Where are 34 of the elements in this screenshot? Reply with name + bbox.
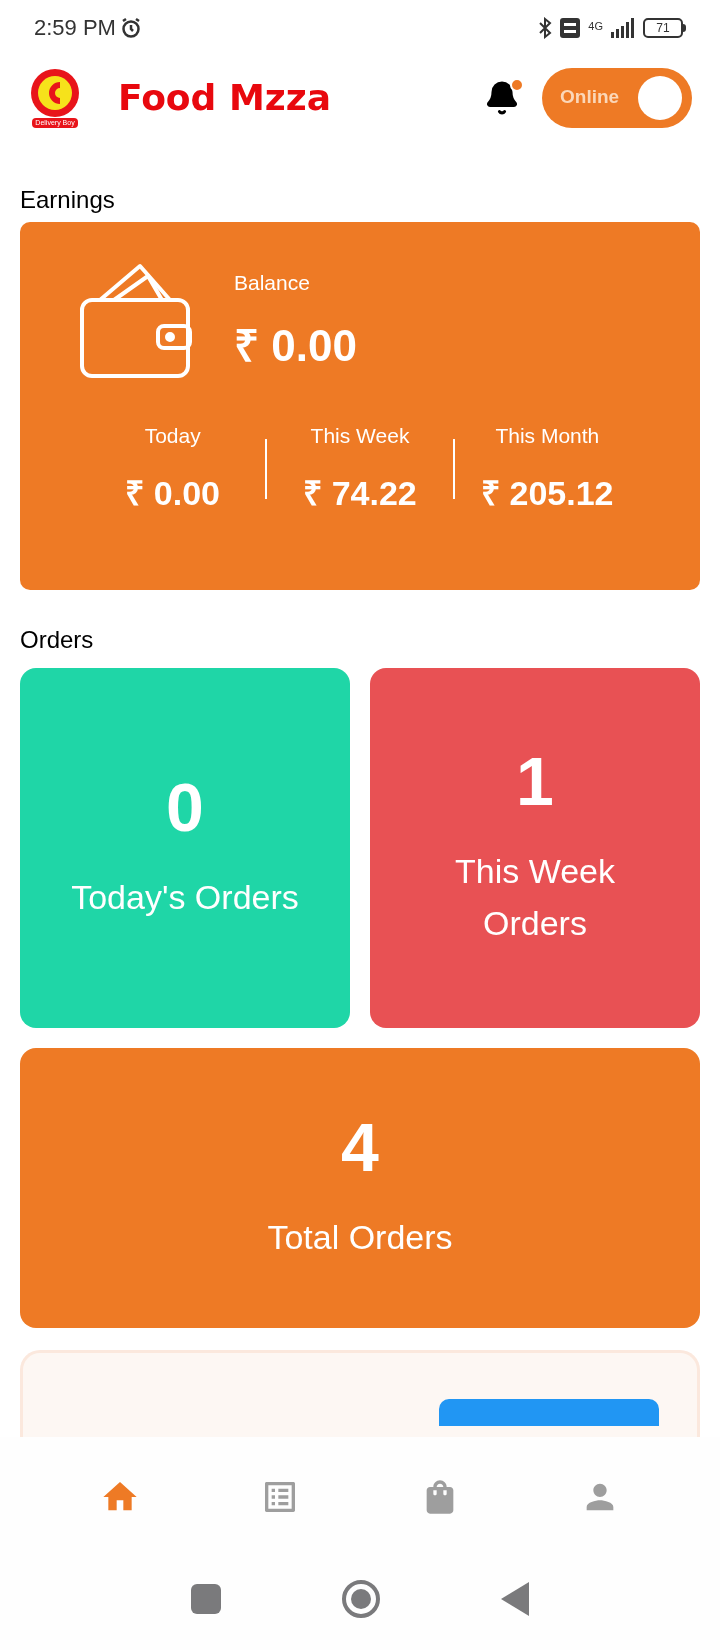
period-amount: ₹ 74.22 — [303, 472, 417, 514]
period-amount: ₹ 205.12 — [481, 472, 614, 514]
order-stat-card[interactable]: 0 Today's Orders — [20, 668, 350, 1028]
order-stat-card[interactable]: 4 Total Orders — [20, 1048, 700, 1328]
section-heading: Orders — [20, 628, 95, 652]
online-toggle[interactable]: Online — [542, 67, 692, 128]
wallet-icon — [78, 262, 194, 380]
balance-amount: ₹ 0.00 — [234, 319, 357, 372]
order-label: Total Orders — [266, 1217, 454, 1258]
order-count: 1 — [516, 747, 554, 815]
order-label: Today's Orders — [70, 877, 300, 918]
order-count: 4 — [341, 1113, 379, 1181]
alarm-icon — [119, 16, 142, 39]
period-amount: ₹ 0.00 — [125, 472, 220, 514]
section-heading: Earnings — [20, 188, 116, 212]
back-icon[interactable] — [501, 1581, 529, 1616]
status-time: 2:59 PM — [34, 14, 116, 42]
order-label: This Week Orders — [454, 851, 616, 944]
bluetooth-icon — [538, 16, 553, 39]
order-stat-card[interactable]: 1 This Week Orders — [370, 668, 700, 1028]
volte-icon — [560, 17, 581, 38]
period-label: This Week — [310, 423, 410, 449]
recents-icon[interactable] — [191, 1583, 221, 1614]
network-type: 4G — [588, 20, 603, 32]
period-label: Today — [144, 423, 201, 449]
battery-level: 71 — [656, 21, 670, 34]
notification-bell-icon[interactable] — [484, 79, 520, 116]
period-label: This Month — [495, 423, 600, 449]
signal-icon — [611, 17, 635, 38]
home-circle-icon[interactable] — [341, 1578, 381, 1619]
logo-icon — [30, 67, 80, 118]
balance-label: Balance — [234, 270, 311, 296]
order-count: 0 — [166, 773, 204, 841]
app-title: Food Mzza — [118, 75, 331, 120]
